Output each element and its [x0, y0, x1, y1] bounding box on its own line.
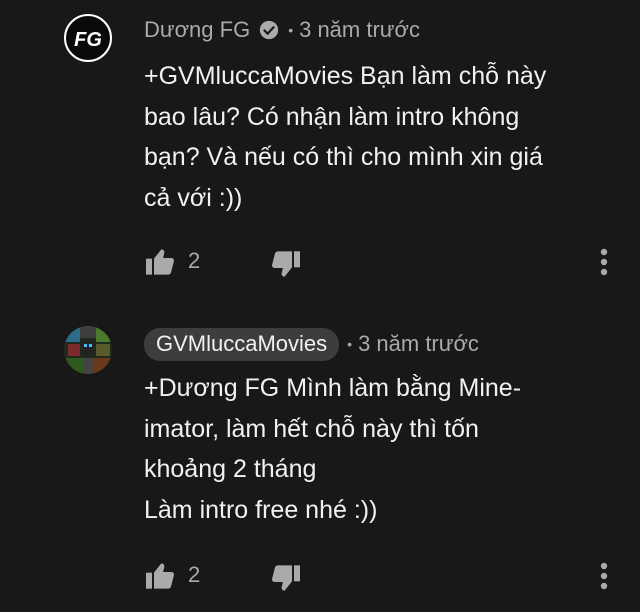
thumbs-up-icon	[146, 563, 174, 589]
check-circle-icon	[260, 20, 279, 40]
comment-actions: 2	[144, 556, 624, 596]
like-button[interactable]	[144, 556, 178, 596]
comment-meta: Dương FG • 3 năm trước	[144, 14, 420, 46]
like-count: 2	[188, 248, 201, 273]
thumbs-down-icon	[272, 251, 300, 277]
comment-text-line: +GVMluccaMovies Bạn làm chỗ này	[144, 62, 547, 90]
dislike-button[interactable]	[270, 556, 304, 596]
comment-text-line: +Dương FG Mình làm bằng Mine-	[144, 374, 522, 402]
comment-meta: GVMluccaMovies • 3 năm trước	[144, 327, 479, 361]
like-button[interactable]	[144, 242, 178, 282]
avatar-duong-fg[interactable]: FG	[64, 14, 112, 62]
comment-text: +Dương FG Mình làm bằng Mine- imator, là…	[144, 368, 584, 530]
comment-time: 3 năm trước	[358, 331, 479, 356]
comment-actions: 2	[144, 242, 624, 282]
comment-text-line: khoảng 2 tháng	[144, 455, 317, 483]
separator-dot: •	[347, 336, 353, 352]
dislike-button[interactable]	[270, 242, 304, 282]
avatar-gvmlucca[interactable]	[64, 326, 112, 374]
comment-text-line: cả với :))	[144, 183, 243, 212]
more-options-button[interactable]	[590, 242, 618, 282]
thumbs-down-icon	[272, 565, 300, 591]
separator-dot: •	[288, 22, 294, 38]
avatar-logo-text: FG	[74, 29, 102, 51]
comment-text-line: Làm intro free nhé :))	[144, 495, 378, 524]
comment-text-line: bạn? Và nếu có thì cho mình xin giá	[144, 143, 543, 171]
author-name-chip[interactable]: GVMluccaMovies	[144, 327, 340, 361]
more-options-button[interactable]	[590, 556, 618, 596]
like-count: 2	[188, 562, 201, 587]
author-name[interactable]: Dương FG	[144, 17, 250, 43]
comment-text-line: imator, làm hết chỗ này thì tốn	[144, 414, 479, 443]
thumbs-up-icon	[146, 249, 174, 275]
more-vertical-icon	[600, 562, 608, 590]
more-vertical-icon	[600, 248, 608, 276]
comment-text: +GVMluccaMovies Bạn làm chỗ này bao lâu?…	[144, 56, 584, 218]
comment-text-line: bao lâu? Có nhận làm intro không	[144, 102, 520, 131]
comment-time: 3 năm trước	[299, 17, 420, 42]
